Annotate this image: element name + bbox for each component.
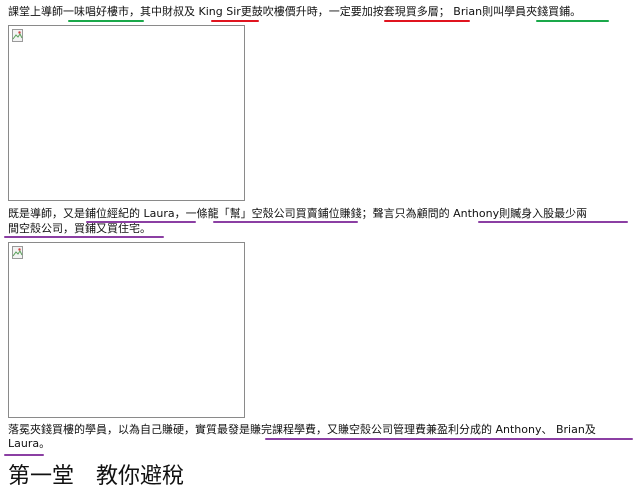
- highlight-purple-2: 一條龍「幫」空殼公司買賣鋪位賺錢: [185, 207, 362, 220]
- highlight-red-1: King Sir: [198, 5, 241, 18]
- text-segment: ，: [174, 207, 186, 220]
- text-segment: 課堂上導師: [8, 5, 63, 18]
- red-underline: [384, 20, 470, 22]
- highlight-purple-5: 賺完課程學費，又賺空殼公司管理費兼盈利分成的 Anthony、 Brian及: [250, 423, 596, 436]
- highlight-purple-1: 鋪位經紀的 Laura: [85, 207, 175, 220]
- text-segment: 既是導師，又是: [8, 207, 85, 220]
- text-segment: ，買鋪又買住宅。: [63, 222, 151, 235]
- broken-image-icon: [12, 29, 23, 42]
- text-segment: ；聲言只為顧問的: [361, 207, 454, 220]
- paragraph-1: 課堂上導師一味唱好樓市，其中財叔及 King Sir更鼓吹樓價升時，一定要加按套…: [8, 3, 581, 20]
- green-underline: [536, 20, 609, 22]
- purple-underline: [86, 221, 196, 223]
- text-segment: ； Brian則叫: [438, 5, 505, 18]
- green-underline: [68, 20, 144, 22]
- purple-underline: [4, 454, 44, 456]
- highlight-purple-6: Laura: [8, 437, 40, 450]
- text-segment: 更鼓吹樓價升時，一定要: [240, 5, 362, 18]
- highlight-green-1: 一味唱好樓市: [63, 5, 129, 18]
- paragraph-3-line-2: Laura。: [8, 435, 50, 452]
- broken-image: [8, 25, 245, 201]
- purple-underline: [4, 236, 164, 238]
- highlight-red-2: 加按套現買多層: [361, 5, 439, 18]
- broken-image: [8, 242, 245, 418]
- text-segment: 。: [570, 5, 582, 18]
- text-segment: 。: [39, 437, 51, 450]
- broken-image-icon: [12, 246, 23, 259]
- highlight-purple-4: 間空殼公司: [8, 222, 63, 235]
- purple-underline: [478, 221, 628, 223]
- highlight-green-2: 學員夾錢買鋪: [504, 5, 571, 18]
- purple-underline: [213, 221, 358, 223]
- red-underline: [211, 20, 259, 22]
- text-segment: ，其中財叔及: [129, 5, 199, 18]
- highlight-purple-3: Anthony則贓身入股最少兩: [453, 207, 588, 220]
- paragraph-3-line-1: 落冕夾錢買樓的學員，以為自己賺硬，實質最發是賺完課程學費，又賺空殼公司管理費兼盈…: [8, 421, 596, 438]
- purple-underline: [265, 438, 633, 440]
- section-heading: 第一堂 教你避稅: [8, 464, 185, 489]
